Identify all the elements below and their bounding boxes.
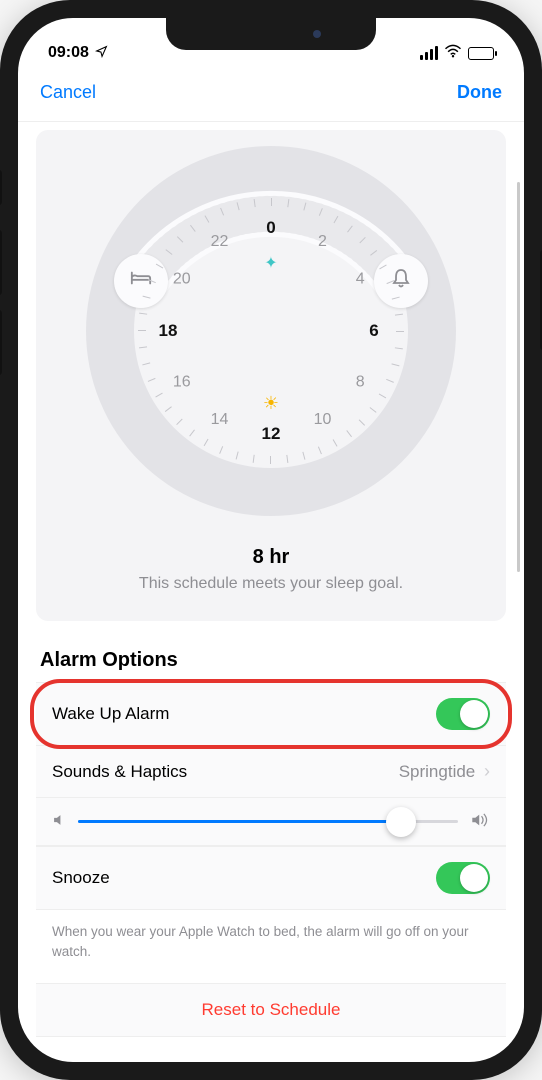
hour-label: 14 — [211, 411, 229, 429]
clock-label: 09:08 — [48, 44, 89, 62]
snooze-row[interactable]: Snooze — [36, 846, 506, 910]
chevron-right-icon: › — [484, 761, 490, 781]
snooze-toggle[interactable] — [436, 862, 490, 894]
speaker-low-icon — [52, 813, 66, 830]
hour-label: 6 — [369, 321, 378, 341]
hour-label: 8 — [356, 374, 365, 392]
volume-slider[interactable] — [78, 820, 458, 823]
speaker-high-icon — [470, 812, 490, 831]
duration-label: 8 hr — [48, 546, 494, 569]
sleep-dial-card: ✦ ☀ 0 2 4 6 8 10 12 14 16 18 20 22 8 hr This schedu… — [36, 130, 506, 621]
volume-slider-row — [36, 798, 506, 846]
wake-up-alarm-label: Wake Up Alarm — [52, 704, 169, 724]
hour-label: 4 — [356, 271, 365, 289]
location-icon — [95, 45, 108, 61]
hour-label: 22 — [211, 233, 229, 251]
star-icon: ✦ — [264, 253, 277, 273]
wake-up-alarm-row[interactable]: Wake Up Alarm — [36, 682, 506, 746]
hour-label: 16 — [173, 374, 191, 392]
sun-icon: ☀ — [263, 393, 279, 414]
screen: 09:08 Cancel Done — [18, 18, 524, 1062]
sounds-haptics-row[interactable]: Sounds & Haptics Springtide › — [36, 746, 506, 798]
done-button[interactable]: Done — [457, 82, 502, 103]
slider-thumb[interactable] — [386, 807, 416, 837]
helper-text: When you wear your Apple Watch to bed, t… — [36, 910, 506, 983]
hour-label: 2 — [318, 233, 327, 251]
wake-up-alarm-toggle[interactable] — [436, 698, 490, 730]
hour-label: 20 — [173, 271, 191, 289]
scroll-indicator[interactable] — [517, 182, 521, 572]
hour-label: 10 — [314, 411, 332, 429]
sounds-haptics-value: Springtide — [399, 762, 476, 781]
modal-navbar: Cancel Done — [18, 68, 524, 122]
sleep-dial[interactable]: ✦ ☀ 0 2 4 6 8 10 12 14 16 18 20 22 — [86, 146, 456, 516]
notch — [166, 18, 376, 50]
battery-icon — [468, 47, 494, 60]
hour-label: 12 — [262, 424, 281, 444]
goal-message: This schedule meets your sleep goal. — [48, 575, 494, 593]
cancel-button[interactable]: Cancel — [40, 82, 96, 103]
wifi-icon — [444, 44, 462, 63]
alarm-options-title: Alarm Options — [40, 649, 502, 672]
snooze-label: Snooze — [52, 868, 110, 888]
hour-label: 18 — [159, 321, 178, 341]
hour-label: 0 — [266, 218, 275, 238]
cell-signal-icon — [420, 46, 438, 60]
phone-frame: 09:08 Cancel Done — [0, 0, 542, 1080]
sounds-haptics-label: Sounds & Haptics — [52, 762, 187, 782]
reset-to-schedule-button[interactable]: Reset to Schedule — [36, 983, 506, 1037]
